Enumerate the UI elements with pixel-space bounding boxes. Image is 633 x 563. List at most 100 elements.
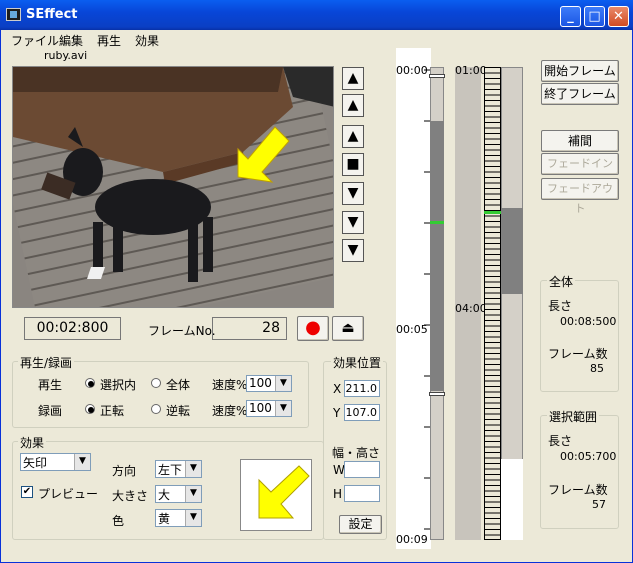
record-speed-select[interactable]: 100 ▼ [246, 400, 292, 417]
frame-no-label: フレームNo. [148, 324, 216, 338]
play-label: 再生 [38, 378, 63, 392]
record-forward-radio[interactable] [85, 404, 95, 414]
record-speed-label: 速度% [212, 404, 248, 418]
stop-button[interactable]: ■ [342, 153, 364, 176]
timeline-ruler-ticks [424, 69, 430, 530]
menu-bar: ファイル 編集 再生 効果 [1, 30, 632, 48]
menu-play[interactable]: 再生 [97, 32, 121, 49]
all-frames-label: フレーム数 [548, 347, 608, 361]
app-film-icon [6, 8, 21, 21]
play-selection-radio[interactable] [85, 378, 95, 388]
frame-end-area [501, 459, 523, 540]
y-input[interactable]: 107.0 [344, 404, 380, 421]
all-summary-title: 全体 [547, 273, 576, 290]
size-label: 大きさ [112, 489, 149, 503]
file-name: ruby.avi [44, 49, 88, 62]
direction-select[interactable]: 左下 ▼ [155, 460, 202, 478]
chevron-down-icon: ▼ [275, 376, 291, 391]
timeline-end-handle[interactable] [429, 392, 445, 396]
play-selection-label: 選択内 [100, 378, 137, 392]
timeline-selection-range [430, 121, 444, 391]
step-forward-button[interactable]: ▼ [342, 182, 364, 205]
color-label: 色 [112, 514, 125, 528]
set-button[interactable]: 設定 [339, 515, 382, 534]
fade-out-button[interactable]: フェードアウト [541, 178, 619, 215]
color-value: 黄 [158, 512, 171, 526]
h-label: H [333, 487, 343, 501]
effect-type-value: 矢印 [23, 456, 48, 470]
record-label: 録画 [38, 404, 63, 418]
record-reverse-label: 逆転 [166, 404, 191, 418]
direction-value: 左下 [158, 463, 183, 477]
selection-frames-label: フレーム数 [548, 483, 608, 497]
selection-summary-title: 選択範囲 [547, 408, 600, 425]
play-speed-value: 100 [249, 376, 272, 390]
preview-checkbox[interactable]: ✔ [21, 486, 33, 498]
chevron-down-icon: ▼ [185, 486, 201, 502]
menu-effect[interactable]: 効果 [135, 32, 159, 49]
frame-time-2: 04:00 [455, 302, 487, 315]
fast-back-button[interactable]: ▲ [342, 94, 364, 117]
size-select[interactable]: 大 ▼ [155, 485, 202, 503]
all-length-label: 長さ [548, 299, 573, 313]
timeline-start-handle[interactable] [429, 74, 445, 78]
video-frame-image [13, 67, 333, 307]
maximize-button[interactable]: □ [584, 6, 605, 27]
frame-tick-lines [485, 68, 500, 539]
all-frames-value: 85 [590, 362, 604, 375]
effect-group-title: 効果 [18, 434, 47, 451]
time-display: 00:02:800 [24, 317, 121, 340]
close-button[interactable]: ✕ [608, 6, 629, 27]
menu-file[interactable]: ファイル [11, 32, 59, 49]
first-frame-button[interactable]: ▲ [342, 67, 364, 90]
menu-edit[interactable]: 編集 [59, 32, 83, 49]
video-preview[interactable] [12, 66, 334, 308]
frame-selection-range [501, 208, 523, 294]
window-title: SEffect [26, 7, 78, 22]
all-length-value: 00:08:500 [560, 315, 617, 328]
frame-position-marker [484, 211, 501, 214]
size-group-title: 幅・高さ [332, 446, 381, 460]
interpolate-button[interactable]: 補間 [541, 130, 619, 152]
chevron-down-icon: ▼ [275, 401, 291, 416]
color-select[interactable]: 黄 ▼ [155, 509, 202, 527]
title-bar[interactable] [0, 0, 633, 30]
preview-label: プレビュー [38, 487, 99, 501]
frame-no-display: 28 [212, 317, 287, 340]
frame-time-1: 01:00 [455, 64, 487, 77]
h-input[interactable] [344, 485, 380, 502]
selection-length-label: 長さ [548, 434, 573, 448]
start-frame-button[interactable]: 開始フレーム [541, 60, 619, 82]
fast-forward-button[interactable]: ▼ [342, 211, 364, 234]
w-input[interactable] [344, 461, 380, 478]
playback-group-title: 再生/録画 [18, 354, 75, 371]
eject-button[interactable]: ⏏ [332, 316, 364, 341]
play-all-radio[interactable] [151, 378, 161, 388]
selection-frames-value: 57 [592, 498, 606, 511]
step-back-button[interactable]: ▲ [342, 125, 364, 148]
chevron-down-icon: ▼ [185, 461, 201, 477]
record-reverse-radio[interactable] [151, 404, 161, 414]
x-label: X [333, 382, 342, 396]
record-button[interactable]: ● [297, 316, 329, 341]
record-speed-value: 100 [249, 401, 272, 415]
frame-tick-strip[interactable] [484, 67, 501, 540]
minimize-button[interactable]: _ [560, 6, 581, 27]
effect-preview-box [240, 459, 312, 531]
chevron-down-icon: ▼ [74, 454, 90, 470]
play-speed-label: 速度% [212, 378, 248, 392]
size-value: 大 [158, 488, 171, 502]
effect-type-select[interactable]: 矢印 ▼ [20, 453, 91, 471]
direction-label: 方向 [112, 464, 137, 478]
chevron-down-icon: ▼ [185, 510, 201, 526]
x-input[interactable]: 211.0 [344, 380, 380, 397]
last-frame-button[interactable]: ▼ [342, 239, 364, 262]
play-all-label: 全体 [166, 378, 191, 392]
selection-length-value: 00:05:700 [560, 450, 617, 463]
y-label: Y [333, 406, 341, 420]
position-group-title: 効果位置 [331, 354, 384, 371]
play-speed-select[interactable]: 100 ▼ [246, 375, 292, 392]
fade-in-button[interactable]: フェードイン [541, 153, 619, 175]
record-forward-label: 正転 [100, 404, 125, 418]
end-frame-button[interactable]: 終了フレーム [541, 83, 619, 105]
